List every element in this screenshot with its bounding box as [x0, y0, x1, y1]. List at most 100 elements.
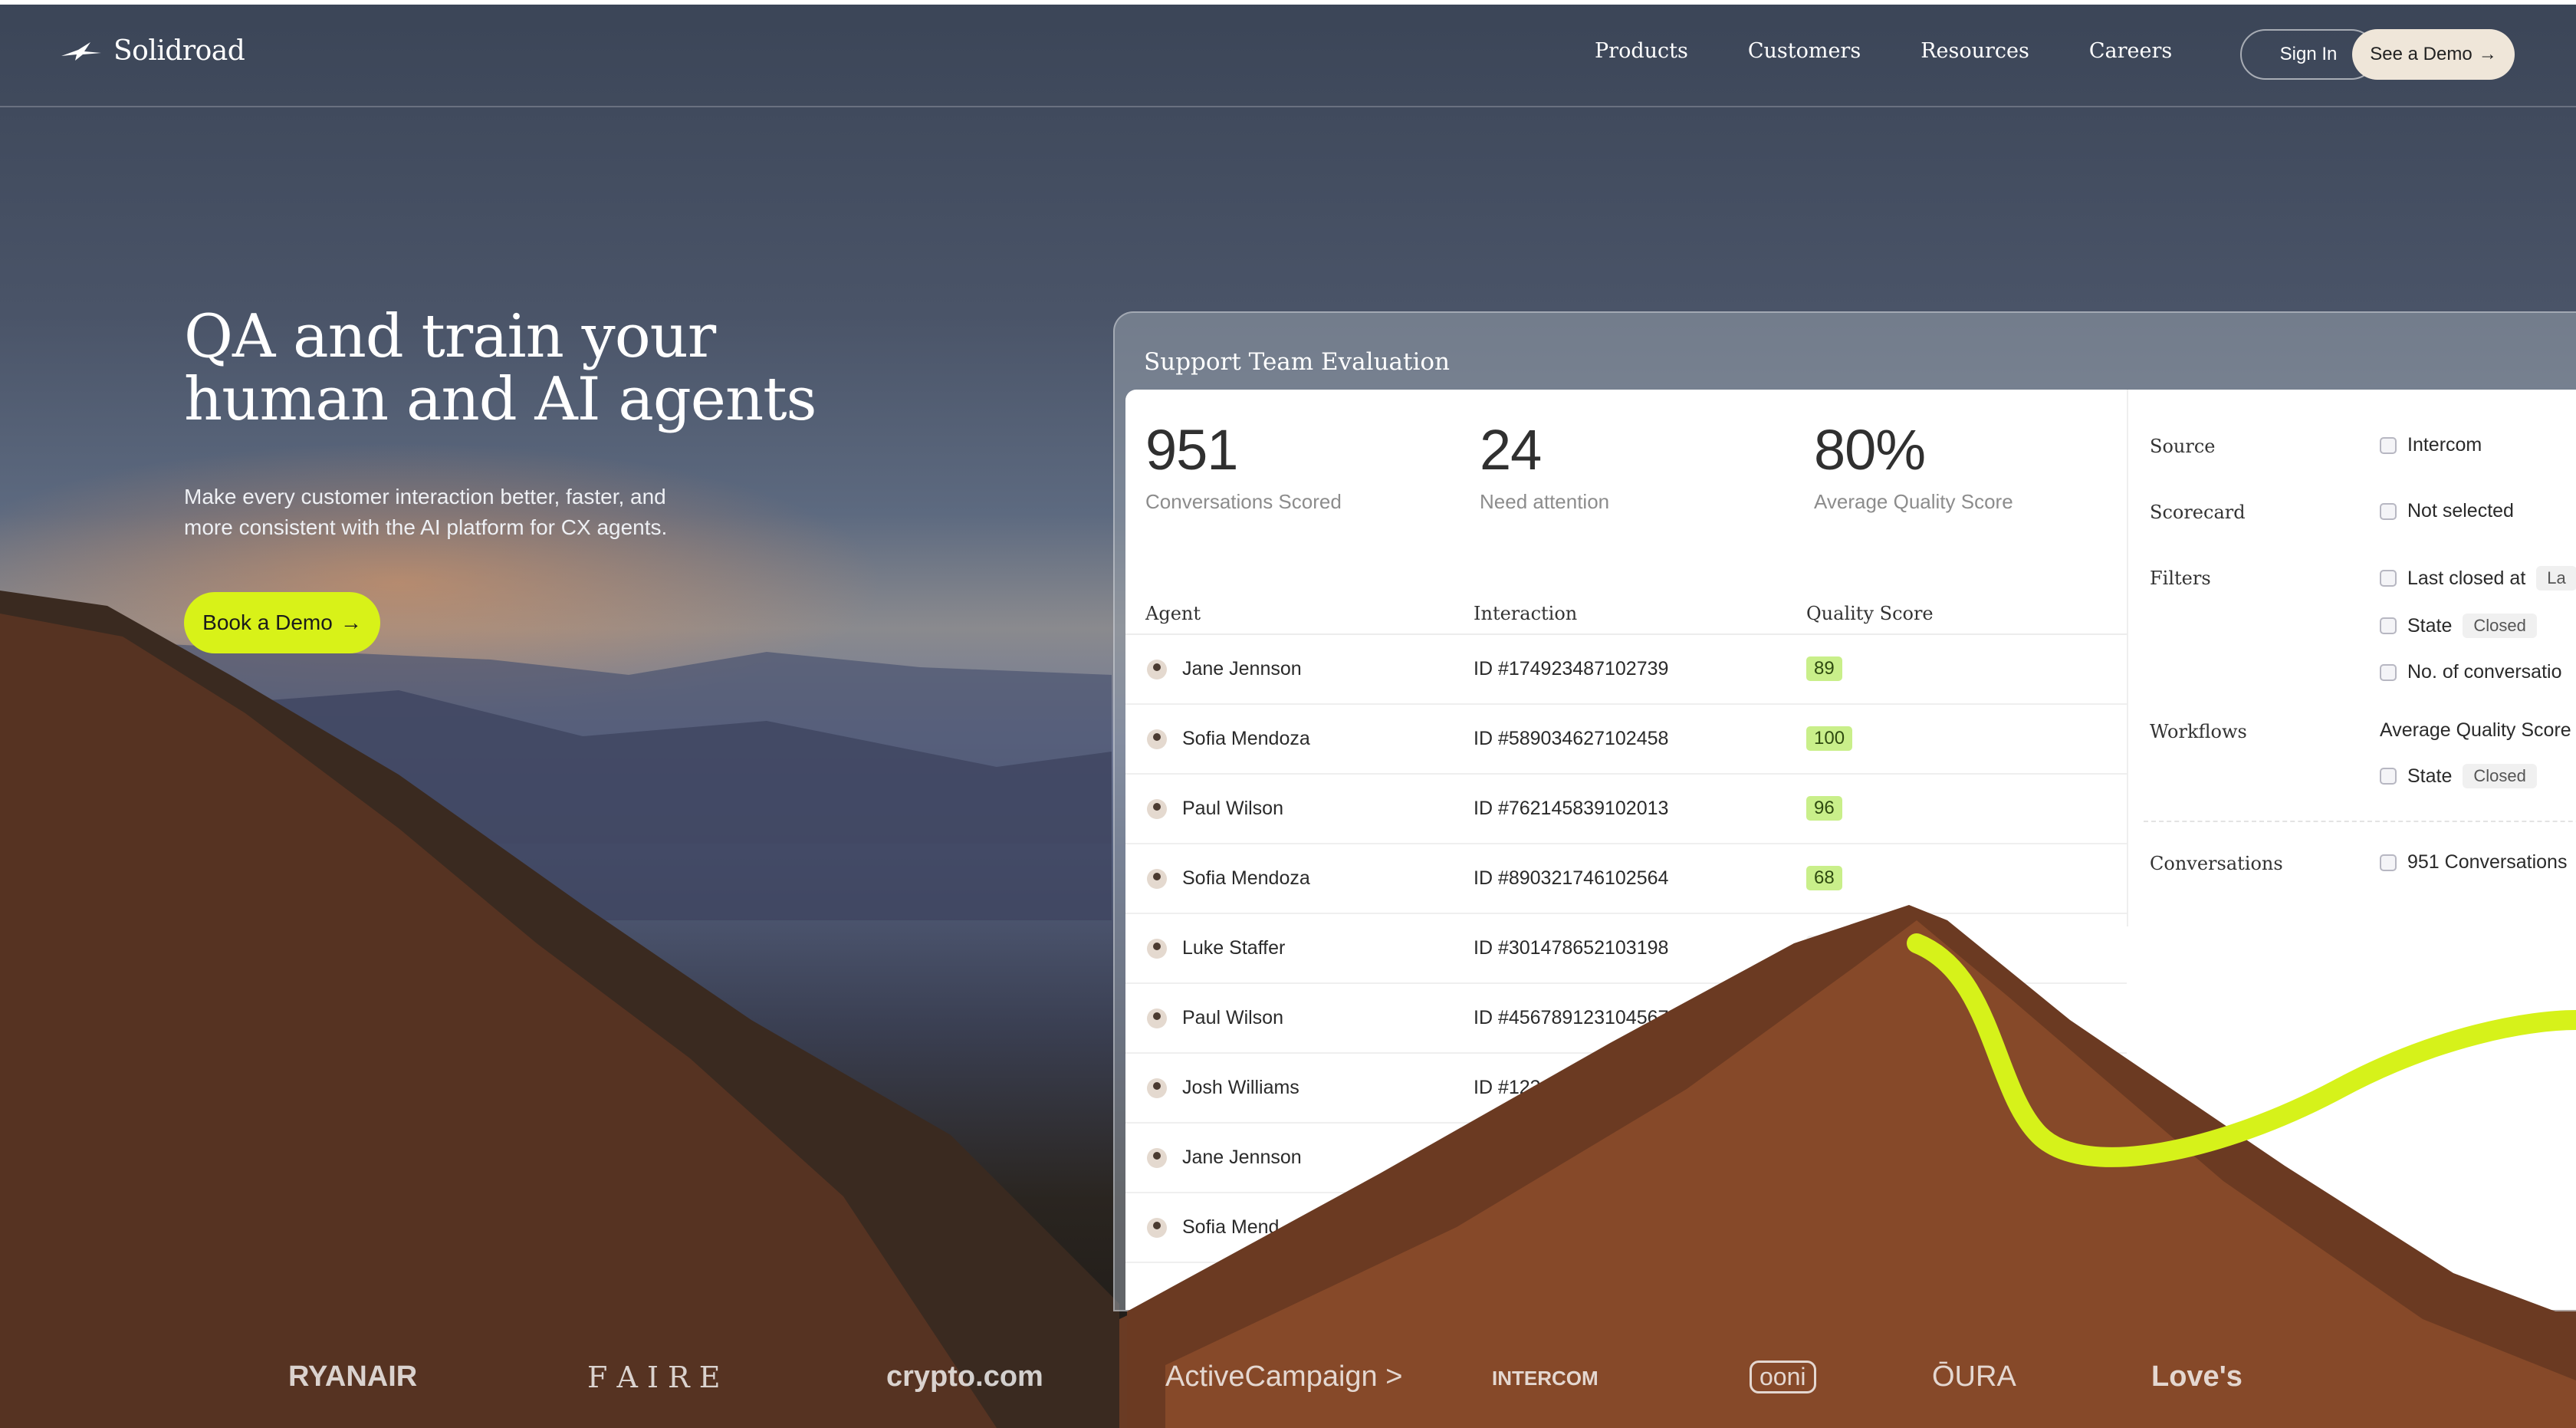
interaction-id: ID #301478652103198: [1474, 937, 1669, 959]
nav-resources[interactable]: Resources: [1921, 39, 2029, 63]
see-demo-button[interactable]: See a Demo →: [2352, 29, 2515, 80]
top-nav: Solidroad Products Customers Resources C…: [0, 5, 2576, 107]
table-row[interactable]: Jane Jennson: [1125, 1124, 2127, 1193]
avatar: [1147, 869, 1167, 889]
source-value[interactable]: Intercom: [2380, 434, 2482, 456]
agent-name: Jane Jennson: [1182, 658, 1302, 679]
agent-name: Paul Wilson: [1182, 1007, 1283, 1028]
stat-value: 80%: [1814, 418, 1926, 482]
agent-name: Josh Williams: [1182, 1077, 1300, 1098]
scorecard-label: Scorecard: [2150, 502, 2246, 523]
interaction-id: ID #762145839102013: [1474, 798, 1669, 819]
dashboard-card: Support Team Evaluation 951 Conversation…: [1113, 311, 2576, 1311]
filter-state[interactable]: State Closed: [2380, 614, 2537, 638]
intercom-icon: [2380, 436, 2397, 454]
nav-careers[interactable]: Careers: [2089, 39, 2172, 63]
ryanair-logo: RYANAIR: [288, 1361, 418, 1393]
filter-conversations-count[interactable]: No. of conversatio: [2380, 661, 2562, 683]
stat-value: 951: [1145, 418, 1238, 482]
stat-label: Need attention: [1480, 490, 1610, 513]
crypto-logo: crypto.com: [886, 1361, 1043, 1393]
workflow-state[interactable]: State Closed: [2380, 764, 2537, 788]
quality-score-badge: 96: [1806, 796, 1842, 821]
brand-logo[interactable]: Solidroad: [60, 35, 245, 67]
calendar-icon: [2380, 570, 2397, 587]
agent-name: Sofia Mendoza: [1182, 728, 1310, 749]
table-row[interactable]: Paul Wilson ID #456789123104567: [1125, 984, 2127, 1054]
quality-score-badge: 100: [1806, 726, 1853, 751]
agent-name: Luke Staffer: [1182, 937, 1286, 959]
table-row[interactable]: Josh Williams ID #1234567: [1125, 1054, 2127, 1124]
chat-icon: [2380, 854, 2397, 871]
avatar: [1147, 660, 1167, 679]
dashboard-panel: 951 Conversations Scored 24 Need attenti…: [1125, 390, 2576, 1310]
table-row[interactable]: Jane Jennson ID #174923487102739 89: [1125, 635, 2127, 705]
oura-logo: ŌURA: [1932, 1361, 2016, 1393]
filter-text: State: [2407, 614, 2453, 637]
main-nav: Products Customers Resources Careers: [1595, 39, 2172, 63]
conversations-value-text: 951 Conversations: [2407, 851, 2568, 873]
see-demo-label: See a Demo: [2370, 44, 2472, 64]
table-row[interactable]: Sofia Mendoza ID #589034627102458 100: [1125, 705, 2127, 775]
quality-score-badge: N: [1806, 936, 1835, 960]
hero-subtitle-line1: Make every customer interaction better, …: [184, 485, 666, 508]
agent-name: Sofia Mend: [1182, 1216, 1280, 1238]
stat-label: Conversations Scored: [1145, 490, 1342, 513]
source-value-text: Intercom: [2407, 434, 2482, 456]
avatar: [1147, 939, 1167, 959]
settings-panel: Source Intercom Scorecard Not selected F…: [2127, 390, 2576, 926]
workflow-pill: Closed: [2463, 764, 2537, 788]
filter-text: Last closed at: [2407, 567, 2526, 589]
workflow-title-text: Average Quality Score: [2380, 719, 2571, 741]
customer-logos: RYANAIR F A I R E crypto.com ActiveCampa…: [0, 1350, 2576, 1411]
stat-label: Average Quality Score: [1814, 490, 2013, 513]
avatar: [1147, 799, 1167, 819]
conversations-value[interactable]: 951 Conversations: [2380, 851, 2567, 874]
brand-name: Solidroad: [113, 35, 245, 67]
avatar: [1147, 1008, 1167, 1028]
table-header: Agent Interaction Quality Score: [1125, 595, 2127, 635]
panel-divider: [2144, 821, 2576, 822]
interaction-id: ID #456789123104567: [1474, 1007, 1669, 1028]
activecampaign-logo: ActiveCampaign >: [1165, 1361, 1403, 1393]
faire-logo: F A I R E: [587, 1361, 721, 1394]
column-interaction: Interaction: [1474, 603, 1578, 624]
nav-customers[interactable]: Customers: [1748, 39, 1861, 63]
stat-quality: 80% Average Quality Score: [1814, 417, 2013, 514]
stat-conversations: 951 Conversations Scored: [1145, 417, 1342, 514]
quality-score-badge: 68: [1806, 866, 1842, 890]
interaction-id: ID #589034627102458: [1474, 728, 1669, 749]
list-icon: [2380, 502, 2397, 520]
table-row[interactable]: Luke Staffer ID #301478652103198 N: [1125, 914, 2127, 984]
quality-score-badge: 89: [1806, 656, 1842, 681]
hero-subtitle: Make every customer interaction better, …: [184, 482, 736, 543]
scorecard-value[interactable]: Not selected: [2380, 500, 2514, 522]
agent-name: Jane Jennson: [1182, 1147, 1302, 1168]
column-quality-score: Quality Score: [1806, 603, 1934, 624]
nav-products[interactable]: Products: [1595, 39, 1688, 63]
dashboard-title: Support Team Evaluation: [1144, 348, 1451, 376]
agent-name: Sofia Mendoza: [1182, 867, 1310, 889]
interaction-id: ID #174923487102739: [1474, 658, 1669, 679]
table-row[interactable]: Paul Wilson ID #762145839102013 96: [1125, 775, 2127, 844]
checkbox-icon: [2380, 768, 2397, 785]
filter-last-closed[interactable]: Last closed at La: [2380, 566, 2576, 591]
filter-pill: La: [2536, 566, 2576, 591]
workflow-title: Average Quality Score: [2380, 719, 2571, 742]
filter-pill: Closed: [2463, 614, 2537, 638]
scorecard-value-text: Not selected: [2407, 500, 2514, 522]
book-demo-button[interactable]: Book a Demo →: [184, 592, 380, 653]
filters-label: Filters: [2150, 568, 2211, 589]
source-label: Source: [2150, 436, 2216, 457]
avatar: [1147, 1218, 1167, 1238]
table-row[interactable]: Sofia Mendoza ID #890321746102564 68: [1125, 844, 2127, 914]
workflows-label: Workflows: [2150, 721, 2247, 742]
table-row[interactable]: Sofia Mend: [1125, 1193, 2127, 1263]
hero-title: QA and train your human and AI agents: [184, 305, 874, 431]
sign-in-label: Sign In: [2279, 44, 2338, 64]
stat-value: 24: [1480, 418, 1542, 482]
loves-logo: Love's: [2151, 1361, 2242, 1393]
bird-logo-icon: [61, 41, 101, 61]
ooni-logo: ooni: [1750, 1361, 1816, 1393]
agent-name: Paul Wilson: [1182, 798, 1283, 819]
